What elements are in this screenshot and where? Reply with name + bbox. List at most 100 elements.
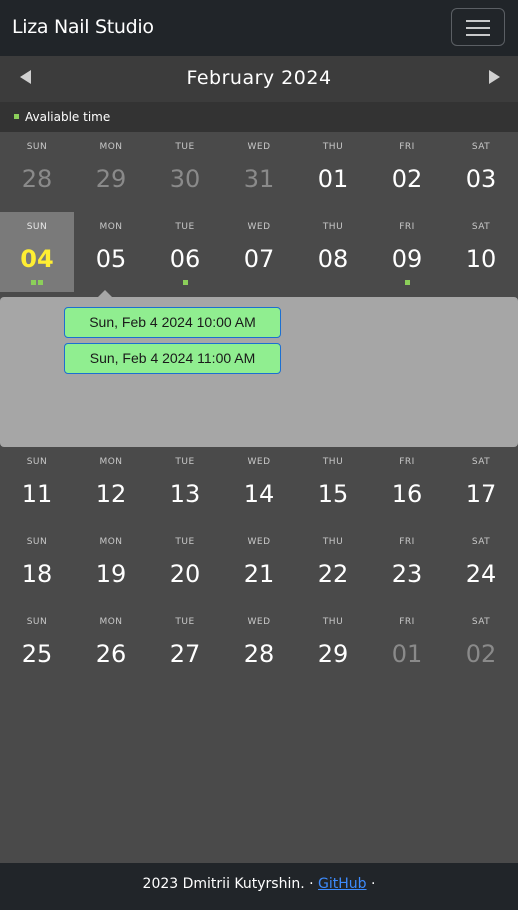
availability-indicator xyxy=(370,280,444,285)
weekday-label: TUE xyxy=(175,537,195,547)
weekday-label: TUE xyxy=(175,457,195,467)
calendar-day[interactable]: WED 31 xyxy=(222,132,296,212)
footer-copyright: 2023 Dmitrii Kutyrshin. · xyxy=(142,876,319,892)
weekday-label: SAT xyxy=(471,142,491,152)
day-number: 21 xyxy=(243,560,275,588)
calendar-day[interactable]: SAT 17 xyxy=(444,447,518,527)
calendar-day[interactable]: MON 19 xyxy=(74,527,148,607)
calendar-day[interactable]: WED 28 xyxy=(222,607,296,687)
day-number: 12 xyxy=(95,480,127,508)
calendar-day[interactable]: FRI 16 xyxy=(370,447,444,527)
weekday-label: TUE xyxy=(175,142,195,152)
weekday-label: SUN xyxy=(26,617,48,627)
day-number: 09 xyxy=(391,245,423,273)
legend: Avaliable time xyxy=(0,102,518,132)
footer-suffix: · xyxy=(366,876,376,892)
time-slot-button[interactable]: Sun, Feb 4 2024 10:00 AM xyxy=(64,307,281,338)
menu-toggle-button[interactable] xyxy=(451,8,505,46)
calendar-day[interactable]: SAT 24 xyxy=(444,527,518,607)
calendar-day[interactable]: SUN 04 xyxy=(0,212,74,292)
calendar-day[interactable]: SAT 10 xyxy=(444,212,518,292)
time-slot-button[interactable]: Sun, Feb 4 2024 11:00 AM xyxy=(64,343,281,374)
day-number: 11 xyxy=(21,480,53,508)
day-number: 18 xyxy=(21,560,53,588)
calendar-day[interactable]: THU 22 xyxy=(296,527,370,607)
weekday-label: SAT xyxy=(471,617,491,627)
day-number: 22 xyxy=(317,560,349,588)
next-month-icon[interactable] xyxy=(486,69,502,85)
calendar-day[interactable]: WED 21 xyxy=(222,527,296,607)
calendar-day[interactable]: SUN 25 xyxy=(0,607,74,687)
calendar-day[interactable]: TUE 30 xyxy=(148,132,222,212)
weekday-label: SUN xyxy=(26,222,48,232)
calendar-week-row: SUN 04 MON 05 TUE 06 WED 07 THU 08 FRI 09 SAT 10 xyxy=(0,212,518,292)
available-dot-icon xyxy=(31,280,36,285)
weekday-label: SUN xyxy=(26,457,48,467)
weekday-label: THU xyxy=(322,222,344,232)
calendar-day[interactable]: MON 12 xyxy=(74,447,148,527)
calendar-day[interactable]: WED 07 xyxy=(222,212,296,292)
weekday-label: TUE xyxy=(175,617,195,627)
weekday-label: SUN xyxy=(26,142,48,152)
calendar-day[interactable]: WED 14 xyxy=(222,447,296,527)
month-header: February 2024 xyxy=(0,56,518,102)
calendar-day[interactable]: TUE 13 xyxy=(148,447,222,527)
day-number: 25 xyxy=(21,640,53,668)
weekday-label: FRI xyxy=(399,617,415,627)
brand-link[interactable]: Liza Nail Studio xyxy=(12,16,154,38)
calendar-week-row: SUN 11 MON 12 TUE 13 WED 14 THU 15 FRI 16 SAT 17 xyxy=(0,447,518,527)
available-dot-icon xyxy=(38,280,43,285)
day-number: 04 xyxy=(20,245,54,273)
calendar-day[interactable]: THU 08 xyxy=(296,212,370,292)
weekday-label: MON xyxy=(99,617,123,627)
calendar-day[interactable]: TUE 27 xyxy=(148,607,222,687)
day-number: 31 xyxy=(243,165,275,193)
calendar-day[interactable]: FRI 02 xyxy=(370,132,444,212)
day-number: 14 xyxy=(243,480,275,508)
weekday-label: MON xyxy=(99,222,123,232)
calendar-day[interactable]: FRI 23 xyxy=(370,527,444,607)
available-dot-icon xyxy=(182,280,188,285)
time-slots-panel: Sun, Feb 4 2024 10:00 AM Sun, Feb 4 2024… xyxy=(0,297,518,447)
slots-pointer xyxy=(98,290,112,297)
day-number: 15 xyxy=(317,480,349,508)
weekday-label: SAT xyxy=(471,222,491,232)
weekday-label: SUN xyxy=(26,537,48,547)
calendar-day[interactable]: THU 29 xyxy=(296,607,370,687)
day-number: 30 xyxy=(169,165,201,193)
day-number: 06 xyxy=(169,245,201,273)
weekday-label: THU xyxy=(322,142,344,152)
available-dot-icon xyxy=(404,280,410,285)
day-number: 24 xyxy=(465,560,497,588)
calendar-day[interactable]: SUN 11 xyxy=(0,447,74,527)
weekday-label: THU xyxy=(322,457,344,467)
month-title: February 2024 xyxy=(186,67,332,89)
calendar-day[interactable]: TUE 20 xyxy=(148,527,222,607)
calendar-day[interactable]: MON 05 xyxy=(74,212,148,292)
github-link[interactable]: GitHub xyxy=(318,876,367,892)
weekday-label: MON xyxy=(99,457,123,467)
calendar-day[interactable]: SAT 03 xyxy=(444,132,518,212)
day-number: 29 xyxy=(317,640,349,668)
day-number: 08 xyxy=(317,245,349,273)
hamburger-icon xyxy=(466,20,490,22)
day-number: 28 xyxy=(21,165,53,193)
day-number: 03 xyxy=(465,165,497,193)
calendar-day[interactable]: SUN 18 xyxy=(0,527,74,607)
calendar-day[interactable]: TUE 06 xyxy=(148,212,222,292)
calendar-day[interactable]: SUN 28 xyxy=(0,132,74,212)
calendar-day[interactable]: FRI 01 xyxy=(370,607,444,687)
weekday-label: FRI xyxy=(399,142,415,152)
legend-label: Avaliable time xyxy=(25,110,111,124)
calendar-day[interactable]: THU 15 xyxy=(296,447,370,527)
calendar-day[interactable]: SAT 02 xyxy=(444,607,518,687)
day-number: 27 xyxy=(169,640,201,668)
day-number: 29 xyxy=(95,165,127,193)
weekday-label: TUE xyxy=(175,222,195,232)
calendar-day[interactable]: THU 01 xyxy=(296,132,370,212)
available-dot-icon xyxy=(14,114,19,119)
calendar-day[interactable]: MON 26 xyxy=(74,607,148,687)
calendar-day[interactable]: FRI 09 xyxy=(370,212,444,292)
calendar-day[interactable]: MON 29 xyxy=(74,132,148,212)
day-number: 10 xyxy=(465,245,497,273)
